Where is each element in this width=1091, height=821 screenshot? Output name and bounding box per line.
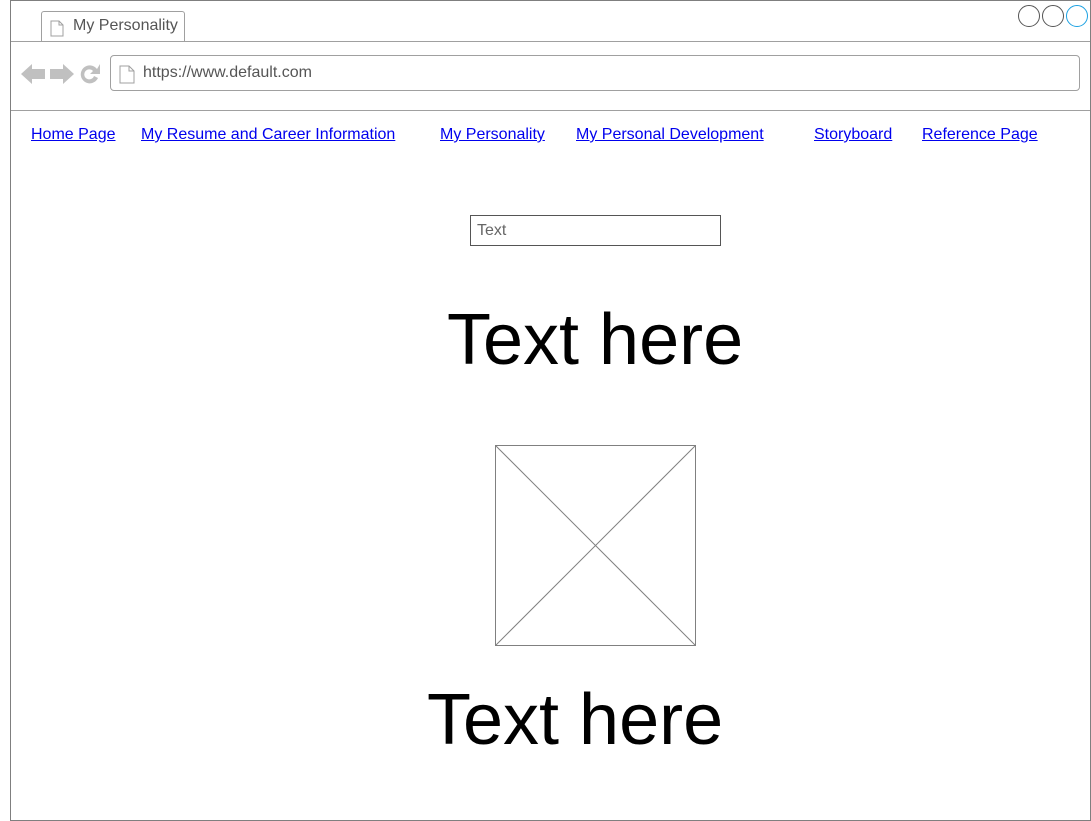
nav-link-reference[interactable]: Reference Page [922,126,1038,144]
window-controls [1016,5,1088,27]
browser-tab[interactable]: My Personality [41,11,185,41]
nav-link-storyboard[interactable]: Storyboard [814,126,892,144]
arrow-right-icon[interactable] [50,63,74,90]
nav-link-personal-development[interactable]: My Personal Development [576,126,764,144]
maximize-button[interactable] [1042,5,1064,27]
image-placeholder-icon [495,445,696,646]
nav-link-resume[interactable]: My Resume and Career Information [141,126,395,144]
text-input[interactable] [470,215,721,246]
heading-top: Text here [447,300,744,380]
navigation-controls [21,63,106,90]
tab-strip-divider [11,41,1090,42]
heading-bottom: Text here [427,680,724,760]
minimize-button[interactable] [1018,5,1040,27]
browser-window: My Personality https://www.default.com H… [10,0,1091,821]
page-icon [119,65,135,89]
close-button[interactable] [1066,5,1088,27]
nav-link-home[interactable]: Home Page [31,126,116,144]
address-bar[interactable]: https://www.default.com [110,55,1080,91]
page-icon [50,20,64,42]
url-text[interactable]: https://www.default.com [143,64,312,82]
reload-icon[interactable] [79,63,101,90]
toolbar-divider [11,110,1090,111]
arrow-left-icon[interactable] [21,63,45,90]
nav-link-personality[interactable]: My Personality [440,126,545,144]
tab-title: My Personality [73,17,178,34]
